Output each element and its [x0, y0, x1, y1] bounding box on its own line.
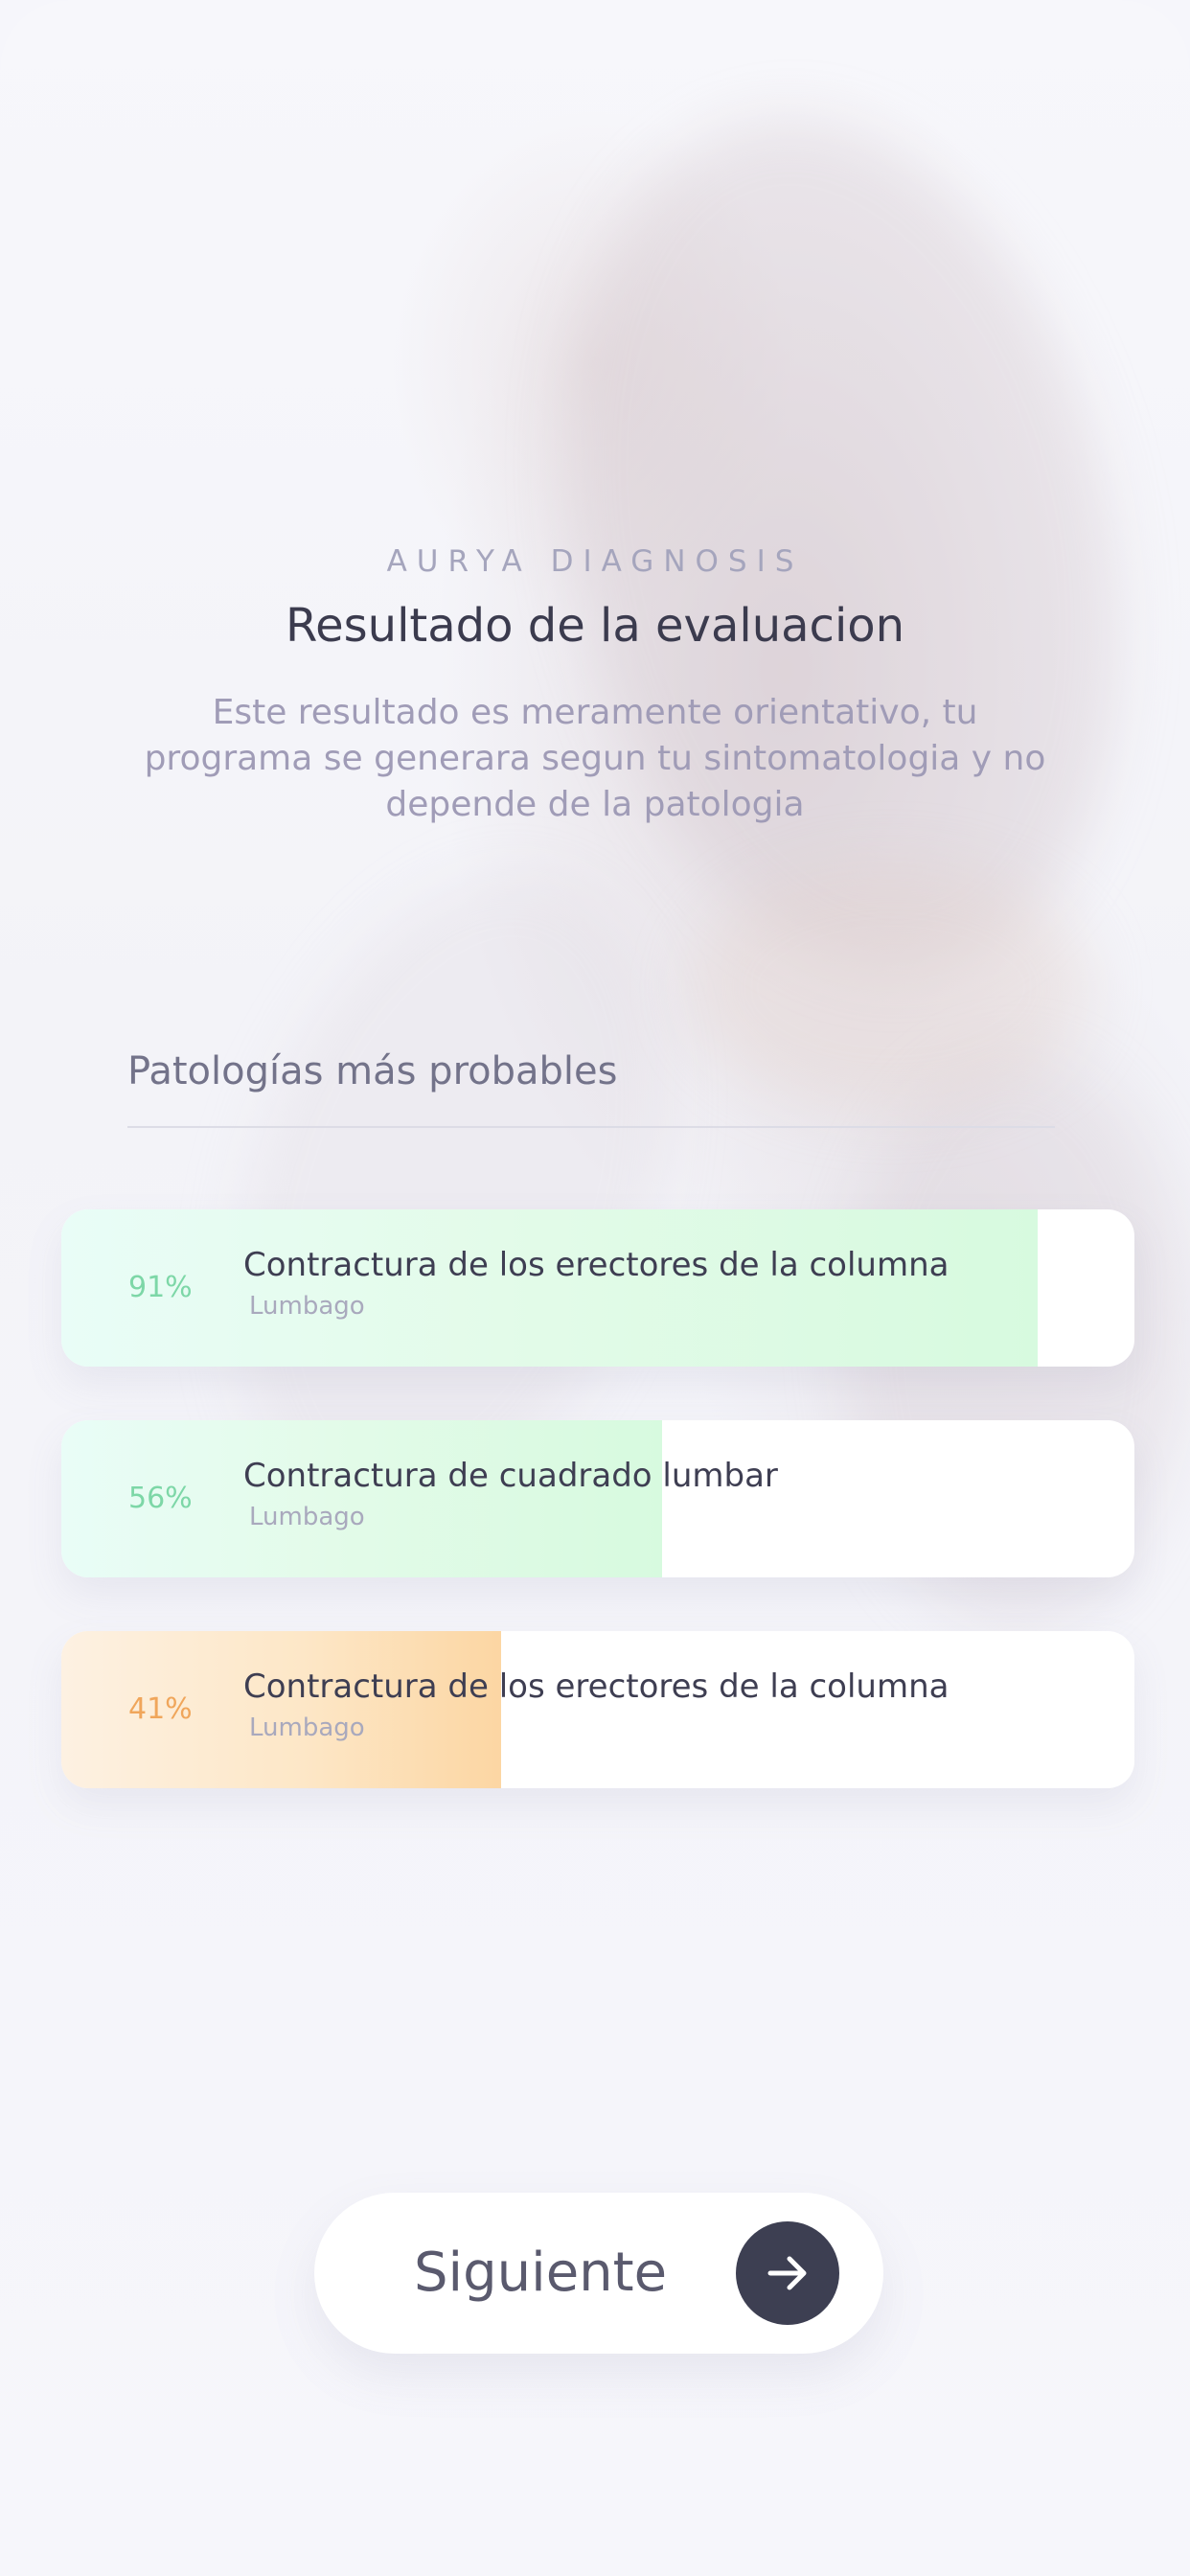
result-card[interactable]: 91% Contractura de los erectores de la c…	[61, 1209, 1134, 1367]
result-name: Contractura de los erectores de la colum…	[243, 1668, 950, 1706]
result-card[interactable]: 41% Contractura de los erectores de la c…	[61, 1631, 1134, 1788]
result-text: Contractura de los erectores de la colum…	[243, 1668, 949, 1742]
page-title: Resultado de la evaluacion	[285, 599, 905, 653]
page-subtitle: Este resultado es meramente orientativo,…	[144, 693, 1046, 824]
result-category: Lumbago	[249, 1292, 365, 1321]
next-button-label: Siguiente	[414, 2242, 668, 2304]
section-divider	[127, 1126, 1055, 1128]
app-screen: AURYA DIAGNOSIS Resultado de la evaluaci…	[0, 0, 1190, 2576]
result-card[interactable]: 56% Contractura de cuadrado lumbar Lumba…	[61, 1420, 1134, 1577]
next-button[interactable]: Siguiente	[314, 2193, 883, 2354]
result-category: Lumbago	[249, 1503, 365, 1531]
result-category: Lumbago	[249, 1714, 365, 1742]
section-label: Patologías más probables	[127, 1049, 618, 1093]
result-text: Contractura de cuadrado lumbar Lumbago	[243, 1457, 778, 1531]
brand-eyebrow: AURYA DIAGNOSIS	[386, 544, 804, 579]
arrow-right-icon[interactable]	[736, 2221, 839, 2325]
arrow-right-glyph	[767, 2256, 807, 2290]
result-percent: 56%	[128, 1482, 193, 1515]
result-percent: 41%	[128, 1692, 193, 1726]
result-name: Contractura de cuadrado lumbar	[243, 1457, 778, 1495]
result-name: Contractura de los erectores de la colum…	[243, 1246, 950, 1284]
results-list: 91% Contractura de los erectores de la c…	[61, 1209, 1134, 1842]
result-percent: 91%	[128, 1271, 193, 1304]
result-text: Contractura de los erectores de la colum…	[243, 1246, 949, 1321]
content: AURYA DIAGNOSIS Resultado de la evaluaci…	[0, 0, 1190, 2576]
